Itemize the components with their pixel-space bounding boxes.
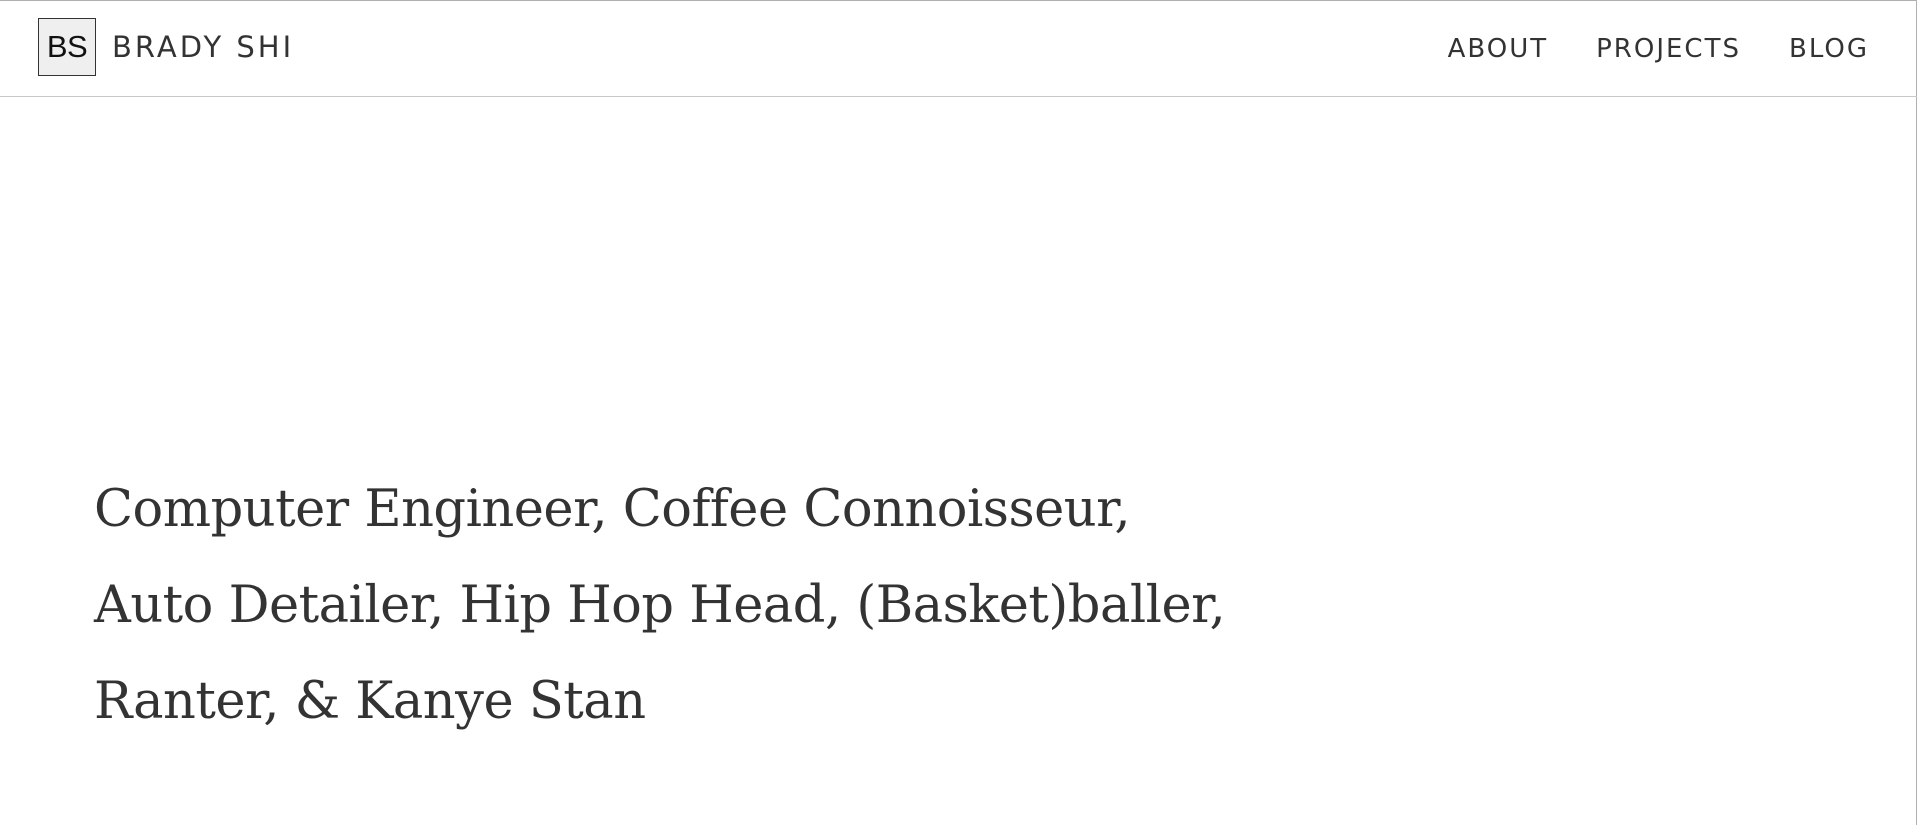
nav-link-projects[interactable]: PROJECTS xyxy=(1596,34,1741,64)
logo-text: BS xyxy=(46,29,88,64)
hero-line-2: Auto Detailer, Hip Hop Head, (Basket)bal… xyxy=(94,576,1226,635)
hero-line-1: Computer Engineer, Coffee Connoisseur, xyxy=(94,480,1131,539)
brand-home-link[interactable]: BS BRADY SHI xyxy=(38,17,294,77)
logo: BS xyxy=(38,18,96,76)
brand-name: BRADY SHI xyxy=(112,30,295,64)
hero-line-3: Ranter, & Kanye Stan xyxy=(94,672,646,731)
hero-section: Computer Engineer, Coffee Connoisseur, A… xyxy=(94,462,1394,750)
nav-link-about[interactable]: ABOUT xyxy=(1448,34,1549,64)
navbar: BS BRADY SHI ABOUT PROJECTS BLOG xyxy=(0,1,1917,97)
nav-link-blog[interactable]: BLOG xyxy=(1789,34,1869,64)
nav-links: ABOUT PROJECTS BLOG xyxy=(1448,1,1869,97)
